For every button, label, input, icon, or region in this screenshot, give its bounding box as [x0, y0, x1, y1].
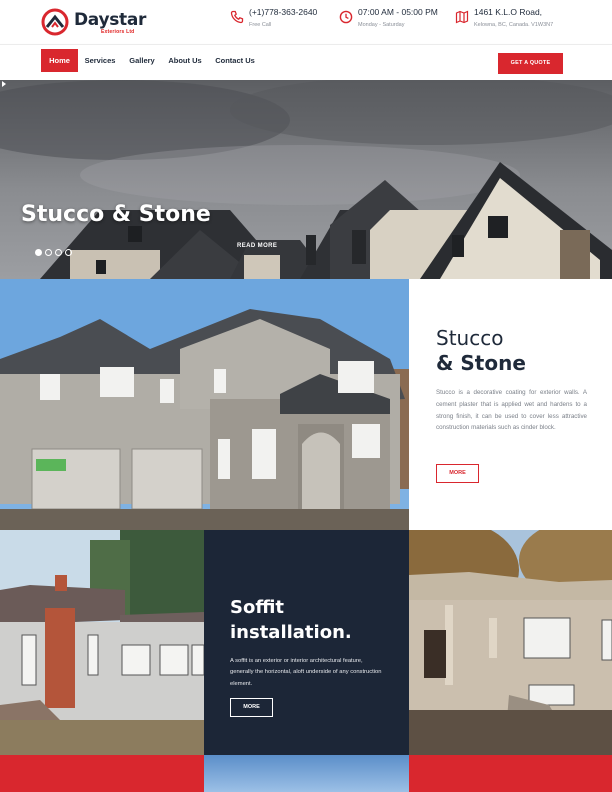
footer-strip-left: [0, 755, 204, 792]
hours-text: 07:00 AM - 05:00 PM: [358, 7, 438, 17]
stucco-title-line2: & Stone: [436, 351, 526, 375]
nav-item-about-us[interactable]: About Us: [165, 49, 205, 72]
soffit-house-image-left: [0, 530, 204, 755]
nav-item-contact-us[interactable]: Contact Us: [211, 49, 259, 72]
soffit-panel: Soffit installation. A soffit is an exte…: [204, 530, 409, 755]
slider-dot-4[interactable]: [65, 249, 72, 256]
slider-dot-1[interactable]: [35, 249, 42, 256]
hero-title: Stucco & Stone: [21, 202, 211, 227]
main-nav: Home Services Gallery About Us Contact U…: [0, 44, 612, 80]
phone-number[interactable]: (+1)778-363-2640: [249, 7, 317, 17]
top-bar: Daystar Exteriors Ltd (+1)778-363-2640 F…: [0, 0, 612, 44]
logo-name: Daystar: [74, 10, 147, 30]
stucco-title-line1: Stucco: [436, 326, 504, 350]
address-line1: 1461 K.L.O Road,: [474, 7, 543, 17]
soffit-title: Soffit installation.: [230, 597, 352, 643]
logo-tagline: Exteriors Ltd: [101, 29, 135, 35]
contact-address: 1461 K.L.O Road, Kelowna, BC, Canada. V1…: [455, 7, 605, 35]
map-icon: [455, 10, 469, 24]
stucco-panel: Stucco & Stone Stucco is a decorative co…: [409, 279, 612, 530]
address-line2: Kelowna, BC, Canada. V1W3N7: [474, 22, 554, 28]
hero-slider: Stucco & Stone READ MORE: [0, 80, 612, 279]
clock-icon: [339, 10, 353, 24]
get-a-quote-button[interactable]: GET A QUOTE: [498, 53, 563, 74]
nav-item-services[interactable]: Services: [82, 49, 118, 72]
nav-item-home[interactable]: Home: [41, 49, 78, 72]
stucco-house-image: [0, 279, 409, 530]
hours-caption: Monday - Saturday: [358, 22, 405, 28]
soffit-description: A soffit is an exterior or interior arch…: [230, 658, 382, 687]
footer-strip-right: [409, 755, 612, 792]
contact-phone: (+1)778-363-2640 Free Call: [230, 7, 340, 35]
read-more-link[interactable]: READ MORE: [237, 243, 277, 249]
footer-strip-image: [204, 755, 409, 792]
logo[interactable]: Daystar Exteriors Ltd: [41, 6, 146, 36]
phone-icon: [230, 10, 244, 24]
stucco-more-button[interactable]: MORE: [436, 464, 479, 483]
slider-dot-3[interactable]: [55, 249, 62, 256]
contact-hours: 07:00 AM - 05:00 PM Monday - Saturday: [339, 7, 451, 35]
hero-image: [0, 80, 612, 279]
stucco-description: Stucco is a decorative coating for exter…: [436, 389, 587, 432]
nav-item-gallery[interactable]: Gallery: [124, 49, 160, 72]
arrow-right-icon[interactable]: [0, 80, 8, 88]
phone-caption: Free Call: [249, 22, 272, 28]
slider-dot-2[interactable]: [45, 249, 52, 256]
slider-dots: [35, 249, 75, 257]
soffit-house-image-right: [409, 530, 612, 755]
soffit-more-button[interactable]: MORE: [230, 698, 273, 717]
logo-mark-icon: [41, 8, 69, 36]
